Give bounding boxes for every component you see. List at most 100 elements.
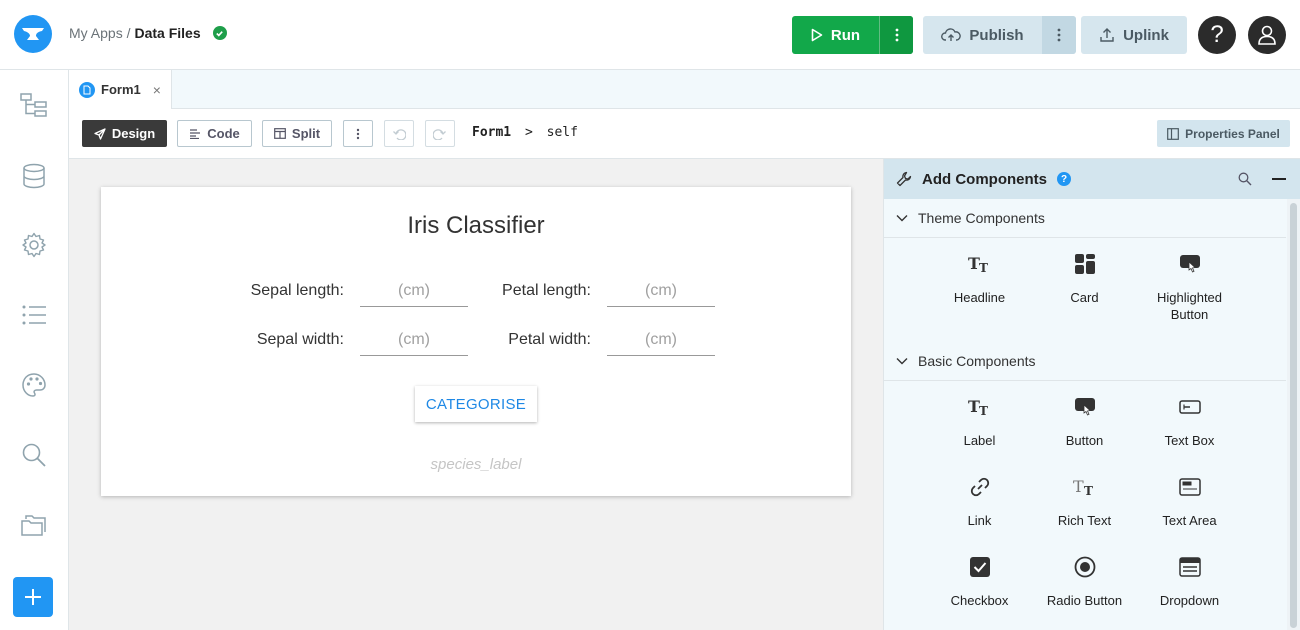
component-radio-button[interactable]: Radio Button (1032, 554, 1137, 609)
species-label[interactable]: species_label (101, 456, 851, 473)
palette-icon[interactable] (20, 371, 48, 399)
scrollbar[interactable] (1290, 203, 1297, 628)
panel-icon (1167, 127, 1180, 140)
undo-button[interactable] (384, 120, 414, 147)
petal-width-input[interactable] (607, 324, 715, 356)
component-label: Checkbox (950, 593, 1009, 608)
svg-text:T: T (1084, 484, 1093, 497)
component-rich-text[interactable]: TT Rich Text (1032, 474, 1137, 529)
component-card[interactable]: Card (1032, 251, 1137, 306)
app-tree-icon[interactable] (20, 91, 48, 119)
component-label: Radio Button (1046, 593, 1123, 608)
publish-menu-button[interactable] (1042, 16, 1076, 54)
component-label: Label (963, 433, 996, 448)
run-menu-button[interactable] (879, 16, 913, 54)
breadcrumb-current[interactable]: Data Files (134, 25, 200, 41)
redo-button[interactable] (425, 120, 455, 147)
component-text-area[interactable]: Text Area (1137, 474, 1242, 529)
text-box-icon (1177, 394, 1203, 420)
folder-icon[interactable] (20, 511, 48, 539)
svg-text:T: T (979, 404, 988, 417)
properties-panel-button[interactable]: Properties Panel (1157, 120, 1290, 147)
breadcrumb-root[interactable]: My Apps / (69, 25, 130, 41)
button-icon (1072, 394, 1098, 420)
sepal-width-input[interactable] (360, 324, 468, 356)
more-options-button[interactable] (343, 120, 373, 147)
basic-components-header[interactable]: Basic Components (884, 342, 1286, 381)
run-button[interactable]: Run (792, 16, 879, 54)
highlighted-button-icon (1177, 251, 1203, 277)
component-path: Form1 > self (472, 125, 578, 140)
component-text-box[interactable]: Text Box (1137, 394, 1242, 449)
kebab-icon (1057, 28, 1061, 42)
svg-text:T: T (1073, 477, 1084, 496)
kebab-icon (356, 128, 360, 139)
design-button[interactable]: Design (82, 120, 167, 147)
component-dropdown[interactable]: Dropdown (1137, 554, 1242, 609)
theme-components-header[interactable]: Theme Components (884, 199, 1286, 238)
petal-width-label[interactable]: Petal width: (460, 331, 591, 349)
component-headline[interactable]: TT Headline (927, 251, 1032, 306)
code-lines-icon (190, 128, 201, 139)
text-area-icon (1177, 474, 1203, 500)
chevron-down-icon (896, 215, 908, 222)
search-icon[interactable] (1238, 172, 1252, 191)
upload-icon (1100, 28, 1114, 42)
sepal-length-input[interactable] (360, 275, 468, 307)
undo-icon (393, 128, 406, 140)
plus-icon (25, 589, 41, 605)
tab-form1[interactable]: Form1 × (69, 70, 172, 109)
gear-icon[interactable] (20, 231, 48, 259)
help-button[interactable]: ? (1198, 16, 1236, 54)
uplink-label: Uplink (1123, 26, 1169, 44)
code-button[interactable]: Code (177, 120, 252, 147)
database-icon[interactable] (20, 162, 48, 190)
component-label: Button (1065, 433, 1104, 448)
publish-button-group: Publish (923, 16, 1076, 54)
split-view-icon (274, 128, 286, 139)
help-label: ? (1210, 21, 1224, 48)
design-label: Design (111, 126, 156, 141)
form-title[interactable]: Iris Classifier (101, 212, 851, 240)
list-icon[interactable] (20, 301, 48, 329)
wrench-icon (896, 171, 912, 187)
account-button[interactable] (1248, 16, 1286, 54)
split-button[interactable]: Split (262, 120, 332, 147)
anvil-logo-icon[interactable] (14, 15, 52, 53)
tab-close-icon[interactable]: × (153, 82, 161, 98)
split-label: Split (291, 126, 321, 141)
path-form[interactable]: Form1 (472, 125, 511, 140)
component-button[interactable]: Button (1032, 394, 1137, 449)
sepal-width-label[interactable]: Sepal width: (200, 331, 344, 349)
petal-length-input[interactable] (607, 275, 715, 307)
component-label: Card (1070, 290, 1099, 305)
petal-length-label[interactable]: Petal length: (460, 282, 591, 300)
form-file-icon (79, 81, 95, 98)
path-self[interactable]: self (547, 125, 578, 140)
component-label: Text Area (1162, 513, 1217, 528)
help-icon[interactable]: ? (1057, 172, 1071, 186)
component-highlighted-button[interactable]: Highlighted Button (1137, 251, 1242, 323)
component-link[interactable]: Link (927, 474, 1032, 529)
component-label-item[interactable]: TT Label (927, 394, 1032, 449)
minimize-icon[interactable] (1272, 178, 1286, 180)
basic-components-label: Basic Components (918, 353, 1036, 369)
sepal-length-label[interactable]: Sepal length: (200, 282, 344, 300)
uplink-button[interactable]: Uplink (1081, 16, 1187, 54)
component-label: Text Box (1164, 433, 1215, 448)
publish-button[interactable]: Publish (923, 16, 1042, 54)
categorise-button[interactable]: CATEGORISE (415, 386, 537, 422)
publish-label: Publish (969, 26, 1024, 44)
editor-toolbar (69, 109, 1300, 159)
radio-button-icon (1072, 554, 1098, 580)
kebab-icon (895, 28, 898, 42)
cloud-upload-icon (941, 28, 962, 41)
add-button[interactable] (13, 577, 53, 617)
component-checkbox[interactable]: Checkbox (927, 554, 1032, 609)
component-label: Link (967, 513, 992, 528)
tab-label: Form1 (101, 82, 141, 97)
chevron-down-icon (896, 358, 908, 365)
saved-check-icon (212, 26, 227, 40)
dropdown-icon (1177, 554, 1203, 580)
search-icon[interactable] (20, 441, 48, 469)
